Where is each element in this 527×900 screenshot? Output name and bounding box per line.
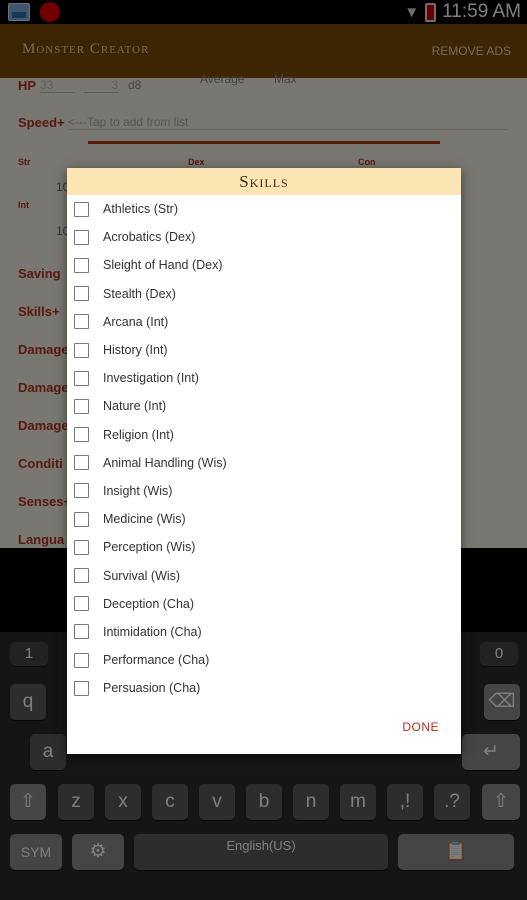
skill-label: Medicine (Wis) [103,512,186,527]
skill-label: Insight (Wis) [103,483,173,498]
skill-item[interactable]: Sleight of Hand (Dex) [67,251,461,279]
skill-checkbox[interactable] [74,257,89,273]
skill-checkbox[interactable] [74,455,89,471]
skill-checkbox[interactable] [74,539,89,555]
skill-item[interactable]: Investigation (Int) [67,364,461,392]
skill-checkbox[interactable] [74,596,89,612]
skill-checkbox[interactable] [74,342,89,358]
skill-item[interactable]: Acrobatics (Dex) [67,223,461,251]
skill-checkbox[interactable] [74,568,89,584]
skill-label: Nature (Int) [103,399,167,414]
skill-checkbox[interactable] [74,229,89,245]
skill-checkbox[interactable] [74,652,89,668]
skill-label: Persuasion (Cha) [103,681,201,696]
skill-item[interactable]: Stealth (Dex) [67,280,461,308]
skill-item[interactable]: Insight (Wis) [67,477,461,505]
skill-item[interactable]: History (Int) [67,336,461,364]
skill-checkbox[interactable] [74,624,89,640]
skill-item[interactable]: Medicine (Wis) [67,505,461,533]
skill-item[interactable]: Deception (Cha) [67,590,461,618]
skill-checkbox[interactable] [74,286,89,302]
skill-label: Investigation (Int) [103,371,199,386]
skill-label: Survival (Wis) [103,568,181,583]
skill-label: Animal Handling (Wis) [103,455,227,470]
skill-checkbox[interactable] [74,483,89,499]
skill-label: Perception (Wis) [103,540,196,555]
skill-checkbox[interactable] [74,398,89,414]
skill-label: Stealth (Dex) [103,286,176,301]
skill-item[interactable]: Intimidation (Cha) [67,618,461,646]
skill-label: Acrobatics (Dex) [103,230,196,245]
skill-item[interactable]: Nature (Int) [67,392,461,420]
dialog-title: Skills [67,168,461,195]
skill-label: Arcana (Int) [103,314,169,329]
skill-item[interactable]: Religion (Int) [67,421,461,449]
skill-label: Athletics (Str) [103,202,179,217]
skill-checkbox[interactable] [74,314,89,330]
skill-label: Sleight of Hand (Dex) [103,258,223,273]
skills-dialog: Skills Athletics (Str) Acrobatics (Dex) Sl… [67,168,461,754]
skill-label: Deception (Cha) [103,596,195,611]
skill-item[interactable]: Perception (Wis) [67,533,461,561]
skill-item[interactable]: Animal Handling (Wis) [67,449,461,477]
skill-item[interactable]: Persuasion (Cha) [67,674,461,702]
skill-checkbox[interactable] [74,201,89,217]
skill-checkbox[interactable] [74,427,89,443]
skill-label: Religion (Int) [103,427,174,442]
skill-item[interactable]: Performance (Cha) [67,646,461,674]
skill-item[interactable]: Arcana (Int) [67,308,461,336]
skill-label: History (Int) [103,343,168,358]
skills-list: Athletics (Str) Acrobatics (Dex) Sleight o… [67,195,461,702]
skill-checkbox[interactable] [74,680,89,696]
skill-item[interactable]: Survival (Wis) [67,561,461,589]
skill-checkbox[interactable] [74,511,89,527]
skill-item[interactable]: Athletics (Str) [67,195,461,223]
skill-checkbox[interactable] [74,370,89,386]
done-button[interactable]: DONE [402,720,439,734]
skill-label: Intimidation (Cha) [103,624,202,639]
skill-label: Performance (Cha) [103,653,210,668]
